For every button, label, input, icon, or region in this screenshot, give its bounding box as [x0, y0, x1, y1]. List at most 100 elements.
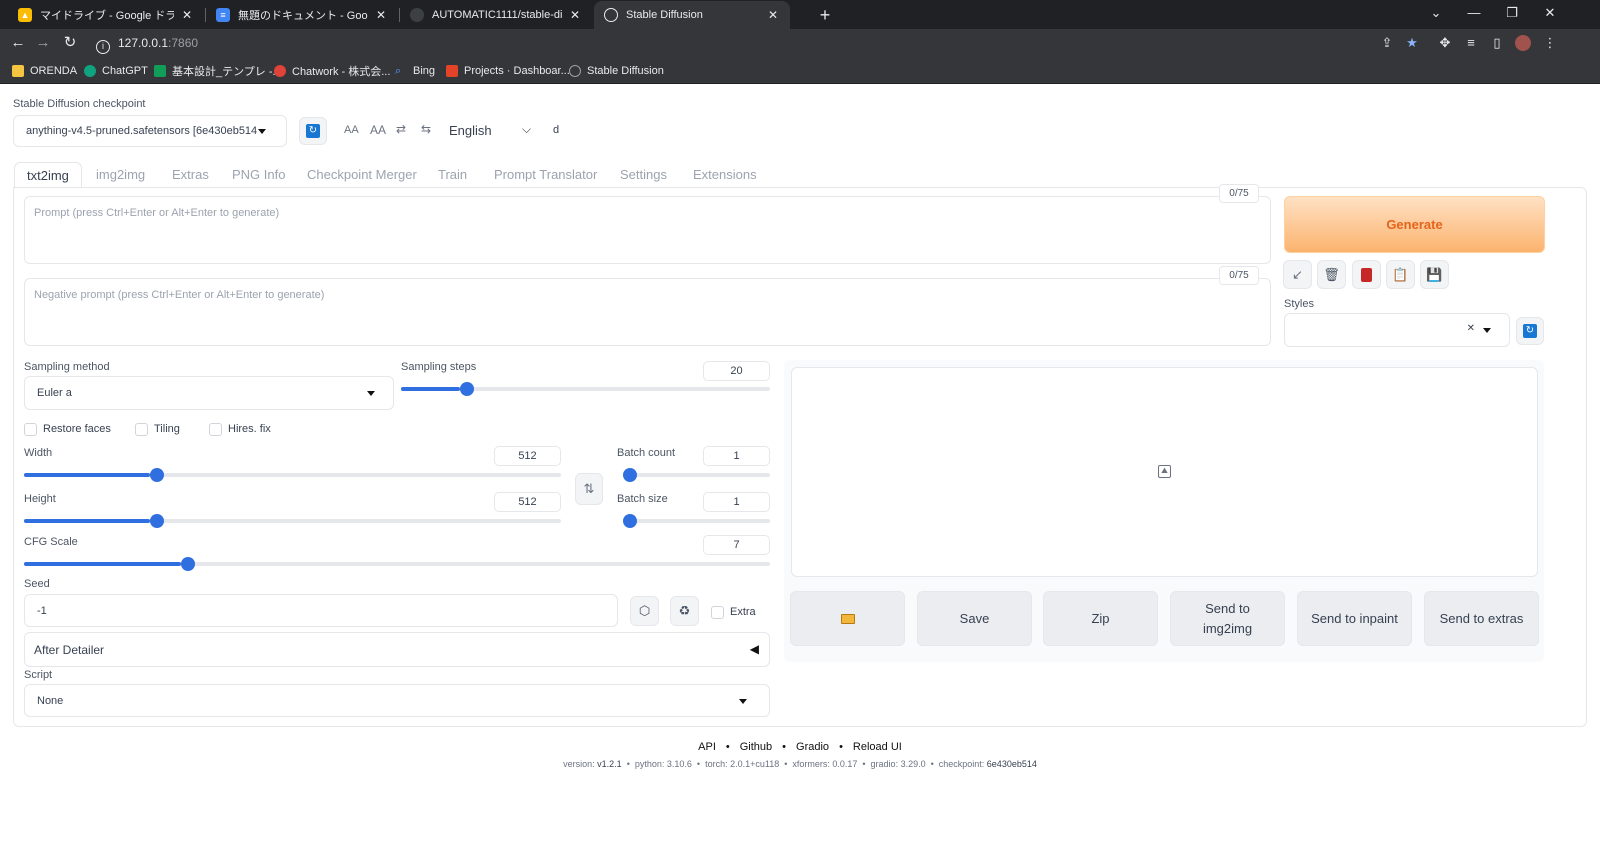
restore-faces-checkbox[interactable]: [24, 423, 37, 436]
reading-list-icon[interactable]: ≡: [1462, 34, 1480, 52]
tab-extras[interactable]: Extras: [172, 162, 209, 188]
bookmark-chatgpt[interactable]: ChatGPT: [84, 58, 148, 84]
script-select[interactable]: None: [24, 684, 770, 717]
seed-input[interactable]: -1: [24, 594, 618, 627]
cfg-scale-input[interactable]: 7: [703, 535, 770, 555]
font-size-small-button[interactable]: AA: [344, 124, 359, 136]
slider-handle[interactable]: [623, 468, 637, 482]
extra-networks-button[interactable]: [1352, 260, 1381, 289]
clear-prompt-button[interactable]: 🗑: [1317, 260, 1346, 289]
clear-icon[interactable]: ✕: [1467, 323, 1475, 334]
tab-png-info[interactable]: PNG Info: [232, 162, 285, 188]
generate-button[interactable]: Generate: [1284, 196, 1545, 253]
menu-kebab-icon[interactable]: ⋮: [1541, 34, 1559, 52]
save-button[interactable]: Save: [917, 591, 1032, 646]
tab-txt2img[interactable]: txt2img: [14, 162, 82, 188]
footer-link-gradio[interactable]: Gradio: [796, 741, 829, 753]
reuse-seed-button[interactable]: ♻: [670, 596, 699, 626]
browser-tab-stable-diffusion[interactable]: Stable Diffusion ✕: [594, 1, 790, 29]
close-icon[interactable]: ✕: [374, 8, 388, 22]
close-icon[interactable]: ✕: [568, 8, 582, 22]
batch-count-slider[interactable]: [623, 468, 770, 482]
share-icon[interactable]: ⇪: [1378, 34, 1396, 52]
zip-button[interactable]: Zip: [1043, 591, 1158, 646]
bookmark-stable-diffusion[interactable]: Stable Diffusion: [569, 58, 664, 84]
footer-link-reload-ui[interactable]: Reload UI: [853, 741, 902, 753]
apply-style-button[interactable]: 📋: [1386, 260, 1415, 289]
slider-handle[interactable]: [180, 557, 195, 571]
bookmark-chatwork[interactable]: Chatwork - 株式会...: [274, 58, 390, 84]
url-field[interactable]: i 127.0.0.1:7860: [96, 32, 1386, 55]
bookmark-bing[interactable]: ⌕ Bing: [395, 58, 435, 84]
bookmark-star-icon[interactable]: ★: [1403, 34, 1421, 52]
batch-count-input[interactable]: 1: [703, 446, 770, 466]
font-size-large-button[interactable]: AA: [370, 123, 386, 137]
height-slider[interactable]: [24, 514, 561, 528]
tab-train[interactable]: Train: [438, 162, 467, 188]
translate-toggle-icon[interactable]: ⇆: [421, 122, 431, 136]
open-folder-button[interactable]: [790, 591, 905, 646]
profile-avatar[interactable]: [1515, 35, 1531, 51]
tab-prompt-translator[interactable]: Prompt Translator: [494, 162, 597, 188]
refresh-checkpoint-button[interactable]: ↻: [299, 117, 327, 145]
chevron-down-icon[interactable]: ⌵: [522, 122, 531, 137]
refresh-styles-button[interactable]: ↻: [1516, 317, 1544, 345]
minimize-button[interactable]: —: [1456, 0, 1492, 26]
bookmark-orenda[interactable]: ORENDA: [12, 58, 77, 84]
read-params-button[interactable]: ↙: [1283, 260, 1312, 289]
swap-icon[interactable]: ⇄: [396, 122, 406, 136]
footer-link-github[interactable]: Github: [740, 741, 772, 753]
prompt-input[interactable]: Prompt (press Ctrl+Enter or Alt+Enter to…: [24, 196, 1271, 264]
sampling-steps-input[interactable]: 20: [703, 361, 770, 381]
tab-search-icon[interactable]: ⌄: [1418, 0, 1454, 26]
save-style-button[interactable]: 💾: [1420, 260, 1449, 289]
checkpoint-value: anything-v4.5-pruned.safetensors [6e430e…: [26, 125, 258, 137]
width-slider[interactable]: [24, 468, 561, 482]
browser-tab-google-docs[interactable]: ≡ 無題のドキュメント - Google ドキュメント ✕: [206, 1, 398, 29]
reload-button[interactable]: ↻: [59, 32, 81, 54]
height-input[interactable]: 512: [494, 492, 561, 512]
folder-icon: [12, 65, 24, 77]
slider-handle[interactable]: [623, 514, 637, 528]
forward-button[interactable]: →: [32, 32, 54, 54]
extensions-icon[interactable]: ✥: [1436, 34, 1454, 52]
after-detailer-accordion[interactable]: After Detailer ◀: [24, 632, 770, 667]
cfg-scale-slider[interactable]: [24, 557, 770, 571]
restore-button[interactable]: ❐: [1494, 0, 1530, 26]
side-panel-icon[interactable]: ▯: [1488, 34, 1506, 52]
tab-extensions[interactable]: Extensions: [693, 162, 757, 188]
width-input[interactable]: 512: [494, 446, 561, 466]
info-icon[interactable]: i: [96, 40, 110, 54]
negative-prompt-input[interactable]: Negative prompt (press Ctrl+Enter or Alt…: [24, 278, 1271, 346]
footer-link-api[interactable]: API: [698, 741, 716, 753]
send-to-img2img-button[interactable]: Send to img2img: [1170, 591, 1285, 646]
tab-checkpoint-merger[interactable]: Checkpoint Merger: [307, 162, 417, 188]
sampling-steps-slider[interactable]: [401, 382, 770, 396]
hires-fix-checkbox[interactable]: [209, 423, 222, 436]
random-seed-button[interactable]: ⬡: [630, 596, 659, 626]
language-select[interactable]: English: [449, 123, 492, 138]
tab-img2img[interactable]: img2img: [96, 162, 145, 188]
browser-tab-google-drive[interactable]: ▲ マイドライブ - Google ドライブ ✕: [8, 1, 204, 29]
close-window-button[interactable]: ✕: [1532, 0, 1568, 26]
close-icon[interactable]: ✕: [766, 8, 780, 22]
tab-settings[interactable]: Settings: [620, 162, 667, 188]
batch-size-slider[interactable]: [623, 514, 770, 528]
browser-tab-github[interactable]: AUTOMATIC1111/stable-diffusion ✕: [400, 1, 592, 29]
checkpoint-select[interactable]: anything-v4.5-pruned.safetensors [6e430e…: [13, 115, 287, 147]
bookmark-gitlab[interactable]: Projects · Dashboar...: [446, 58, 570, 84]
swap-dimensions-button[interactable]: ⇅: [575, 473, 603, 505]
output-gallery[interactable]: ⛰: [791, 367, 1538, 577]
batch-size-input[interactable]: 1: [703, 492, 770, 512]
tiling-checkbox[interactable]: [135, 423, 148, 436]
sampling-method-select[interactable]: Euler a: [24, 376, 394, 410]
extra-seed-checkbox[interactable]: [711, 606, 724, 619]
new-tab-button[interactable]: +: [814, 4, 836, 26]
send-to-extras-button[interactable]: Send to extras: [1424, 591, 1539, 646]
send-to-inpaint-button[interactable]: Send to inpaint: [1297, 591, 1412, 646]
back-button[interactable]: ←: [7, 32, 29, 54]
slider-handle[interactable]: [460, 382, 475, 396]
bookmark-template[interactable]: 基本設計_テンプレ -...: [154, 58, 282, 84]
close-icon[interactable]: ✕: [180, 8, 194, 22]
styles-select[interactable]: ✕: [1284, 313, 1510, 347]
